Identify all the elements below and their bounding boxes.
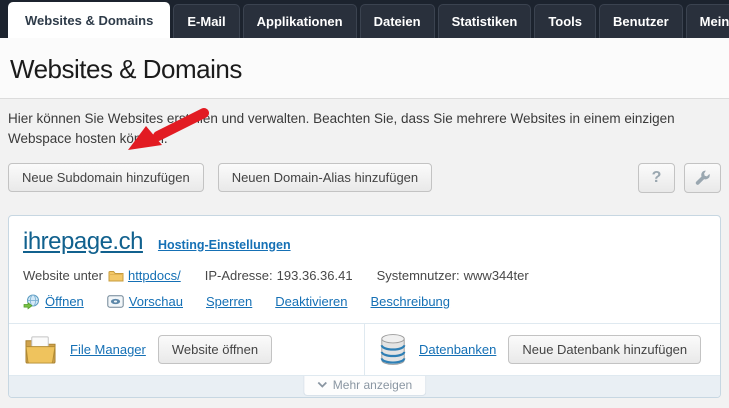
help-button[interactable]: ? [638,162,675,193]
folder-large-icon [23,334,58,365]
domain-panel: ihrepage.ch Hosting-Einstellungen Websit… [8,214,721,398]
domain-info-row: Website unter httpdocs/ IP-Adresse: 193.… [23,268,706,283]
suspend-link[interactable]: Sperren [206,294,252,309]
hosting-settings-link[interactable]: Hosting-Einstellungen [158,238,291,252]
tab-dateien[interactable]: Dateien [359,4,435,38]
domain-shortcuts-row: File Manager Website öffnen Datenbanken … [9,322,720,375]
domain-action-links: Öffnen Vorschau Sperren Deaktivieren Bes… [23,294,706,310]
page-description: Hier können Sie Websites erstellen und v… [8,111,675,147]
folder-small-icon [108,269,124,282]
file-manager-link[interactable]: File Manager [70,342,146,357]
tab-benutzer[interactable]: Benutzer [599,4,683,38]
add-database-button[interactable]: Neue Datenbank hinzufügen [508,334,702,364]
add-domain-alias-button[interactable]: Neuen Domain-Alias hinzufügen [217,163,433,192]
toolbar: Neue Subdomain hinzufügen Neuen Domain-A… [8,162,721,193]
docroot-link[interactable]: httpdocs/ [128,268,181,283]
description-link[interactable]: Beschreibung [371,294,451,309]
page-title: Websites & Domains [10,54,242,84]
database-icon [379,333,407,366]
tab-websites-domains[interactable]: Websites & Domains [8,2,171,38]
system-user-value: www344ter [463,267,529,283]
file-manager-cell: File Manager Website öffnen [9,324,364,375]
tab-tools[interactable]: Tools [534,4,597,38]
page-header: Websites & Domains [0,38,729,99]
tab-applikationen[interactable]: Applikationen [242,4,357,38]
preview-link[interactable]: Vorschau [107,294,183,309]
tab-statistiken[interactable]: Statistiken [437,4,532,38]
question-mark-icon: ? [651,168,662,186]
ip-address-value: 193.36.36.41 [276,267,353,283]
panel-footer: Mehr anzeigen [9,374,720,397]
open-site-link[interactable]: Öffnen [23,294,84,310]
wrench-icon [694,169,711,186]
ip-address-label: IP-Adresse: [204,267,273,283]
settings-button[interactable] [684,162,721,193]
domain-link[interactable]: ihrepage.ch [23,228,143,256]
top-tab-bar: Websites & Domains E-Mail Applikationen … [0,0,729,38]
system-user-label: Systemnutzer: [376,267,460,283]
tab-email[interactable]: E-Mail [173,4,240,38]
databases-link[interactable]: Datenbanken [419,342,496,357]
chevron-down-icon [317,381,327,388]
website-under-label: Website unter [23,267,103,283]
deactivate-link[interactable]: Deaktivieren [275,294,347,309]
databases-cell: Datenbanken Neue Datenbank hinzufügen [364,323,720,375]
preview-monitor-icon [107,295,124,308]
open-website-button[interactable]: Website öffnen [157,334,273,364]
tab-mein-profil[interactable]: Mein Profil [685,4,729,38]
show-more-button[interactable]: Mehr anzeigen [302,375,427,396]
add-subdomain-button[interactable]: Neue Subdomain hinzufügen [8,163,204,192]
globe-open-icon [23,294,40,310]
